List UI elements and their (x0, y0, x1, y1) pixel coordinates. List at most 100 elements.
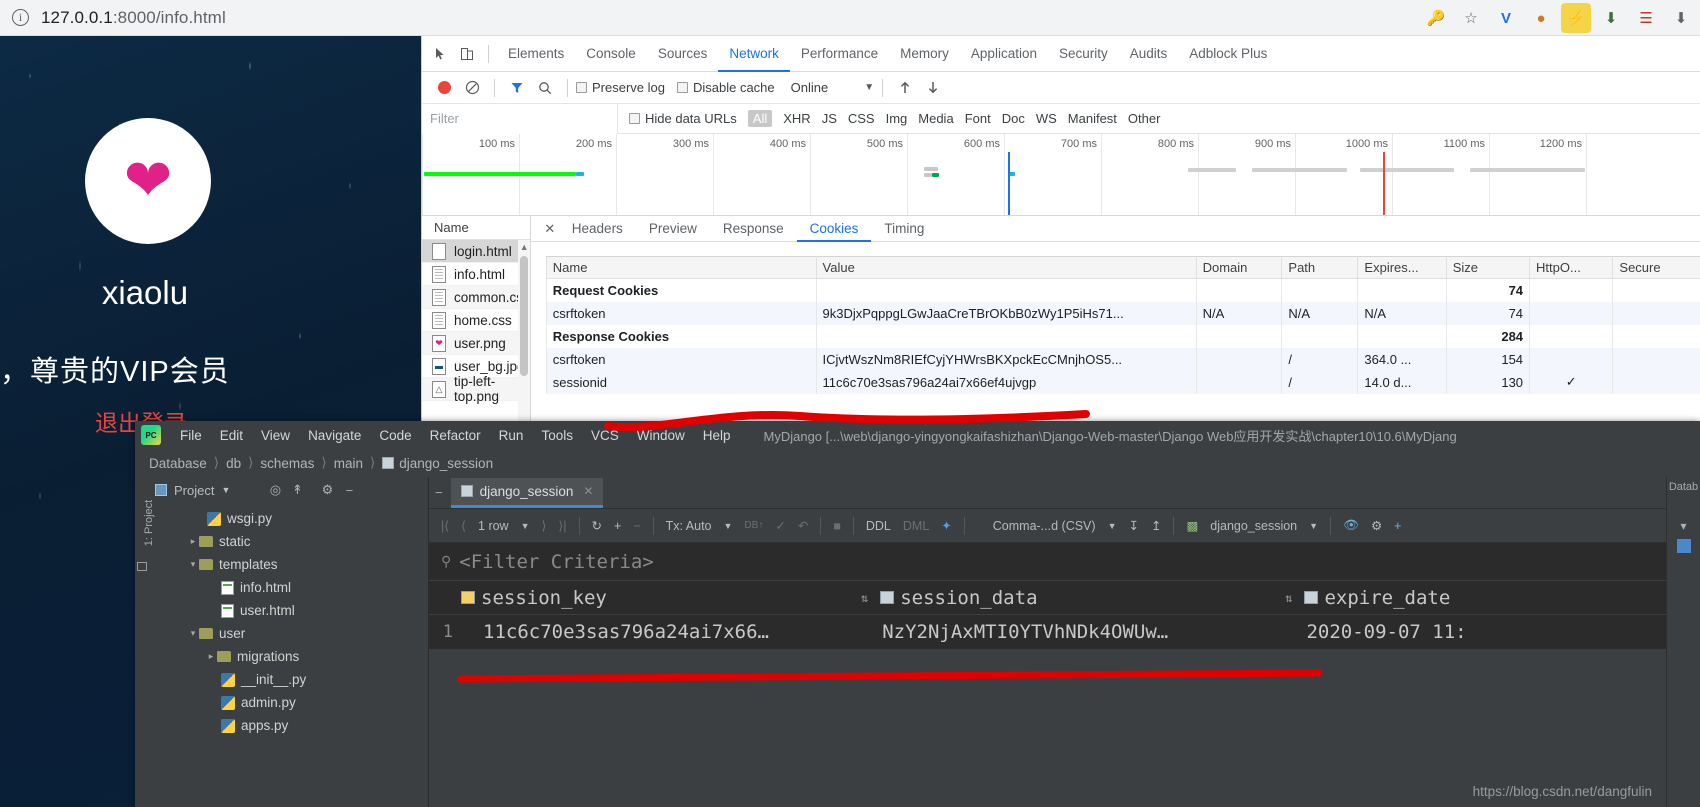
filter-input[interactable] (422, 103, 618, 134)
chevron-down-icon[interactable]: ▼ (864, 82, 874, 93)
record-button[interactable] (430, 74, 458, 102)
menu-run[interactable]: Run (490, 428, 533, 443)
tab-application[interactable]: Application (960, 36, 1048, 72)
col-size[interactable]: Size (1445, 256, 1531, 279)
table-row[interactable]: Request Cookies 74 (545, 278, 1700, 302)
chart-icon[interactable]: ☰ (1631, 3, 1661, 33)
menu-vcs[interactable]: VCS (582, 428, 628, 443)
last-page-icon[interactable]: ⟩| (552, 513, 572, 539)
add-row-icon[interactable]: + (608, 513, 627, 539)
cell-session-key[interactable]: 11c6c70e3sas796a24ai7x66… (461, 621, 861, 643)
export-format-select[interactable]: Comma-...d (CSV) (987, 513, 1102, 539)
search-button[interactable] (531, 74, 559, 102)
breadcrumb-db[interactable]: db (226, 456, 241, 471)
request-row-info-html[interactable]: info.html (422, 263, 530, 286)
tab-sources[interactable]: Sources (647, 36, 719, 72)
col-path[interactable]: Path (1281, 256, 1359, 279)
tree-item-admin-py[interactable]: admin.py (149, 691, 428, 714)
locate-icon[interactable]: ◎ (264, 479, 286, 501)
breadcrumb-schemas[interactable]: schemas (260, 456, 314, 471)
table-row[interactable]: csrftoken 9k3DjxPqppgLGwJaaCreTBrOKbB0zW… (545, 301, 1700, 325)
request-row-tip-left-top-png[interactable]: △ tip-left-top.png (422, 374, 530, 404)
menu-view[interactable]: View (252, 428, 299, 443)
menu-edit[interactable]: Edit (211, 428, 252, 443)
ddl-button[interactable]: DDL (860, 513, 897, 539)
tab-preview[interactable]: Preview (636, 216, 710, 242)
arrow-down-icon[interactable]: ⬇ (1666, 3, 1696, 33)
chevron-right-icon[interactable]: ▸ (187, 536, 199, 547)
v-icon[interactable]: V (1491, 3, 1521, 33)
menu-file[interactable]: File (171, 428, 211, 443)
filter-type-xhr[interactable]: XHR (783, 111, 810, 126)
editor-tab-django-session[interactable]: django_session ✕ (450, 477, 604, 508)
clear-button[interactable] (458, 74, 486, 102)
structure-icon[interactable] (137, 562, 147, 571)
tree-item-migrations[interactable]: ▸ migrations (149, 645, 428, 668)
row-count-select[interactable]: 1 row (472, 513, 515, 539)
gear-icon[interactable]: ⚙ (316, 479, 338, 501)
request-row-common-css[interactable]: common.css (422, 286, 530, 309)
tab-memory[interactable]: Memory (889, 36, 960, 72)
tab-performance[interactable]: Performance (790, 36, 889, 72)
col-expires[interactable]: Expires... (1357, 256, 1447, 279)
chevron-down-icon[interactable]: ▾ (1667, 519, 1700, 533)
request-row-login-html[interactable]: login.html (422, 240, 530, 263)
url-text[interactable]: 127.0.0.1:8000/info.html (41, 8, 226, 28)
filter-type-img[interactable]: Img (886, 111, 908, 126)
chevron-down-icon[interactable]: ▾ (187, 559, 199, 570)
network-timeline[interactable]: 100 ms 200 ms 300 ms 400 ms 500 ms 600 m… (422, 134, 1700, 216)
tree-item-templates[interactable]: ▾ templates (149, 553, 428, 576)
close-icon[interactable]: ✕ (541, 220, 559, 238)
export-icon[interactable]: ↧ (1122, 513, 1144, 539)
tab-adblock-plus[interactable]: Adblock Plus (1178, 36, 1278, 72)
collapse-all-icon[interactable]: ↟ (286, 479, 308, 501)
menu-navigate[interactable]: Navigate (299, 428, 370, 443)
import-har-button[interactable] (891, 74, 919, 102)
breadcrumb-main[interactable]: main (334, 456, 363, 471)
column-header-session-data[interactable]: session_data (880, 587, 1285, 609)
scroll-up-icon[interactable]: ▲ (520, 242, 529, 252)
scrollbar-thumb[interactable] (519, 256, 528, 376)
col-value[interactable]: Value (815, 256, 1197, 279)
menu-refactor[interactable]: Refactor (421, 428, 490, 443)
delete-row-icon[interactable]: − (627, 513, 646, 539)
tool-window-project-label[interactable]: 1: Project (143, 493, 155, 553)
table-row[interactable]: sessionid 11c6c70e3sas796a24ai7x66ef4ujv… (545, 370, 1700, 394)
breadcrumb-database[interactable]: Database (149, 456, 207, 471)
chevron-down-icon[interactable]: ▼ (718, 513, 739, 539)
preview-icon[interactable]: 👁 (1337, 513, 1365, 539)
tool-window-database-label[interactable]: Datab (1667, 481, 1700, 493)
table-row[interactable]: 1 11c6c70e3sas796a24ai7x66… ⇅ NzY2NjAxMT… (429, 615, 1666, 649)
filter-type-media[interactable]: Media (918, 111, 953, 126)
inspect-element-icon[interactable] (428, 41, 454, 67)
tree-item-static[interactable]: ▸ static (149, 530, 428, 553)
table-row[interactable]: Response Cookies 284 (545, 324, 1700, 348)
disable-cache-checkbox[interactable] (676, 82, 688, 93)
chevron-down-icon[interactable]: ▼ (1303, 513, 1324, 539)
tree-item-info-html[interactable]: info.html (149, 576, 428, 599)
filter-type-ws[interactable]: WS (1036, 111, 1057, 126)
filter-type-other[interactable]: Other (1128, 111, 1161, 126)
dml-button[interactable]: DML (897, 513, 935, 539)
sort-icon[interactable]: ⇅ (861, 591, 868, 605)
tab-timing[interactable]: Timing (871, 216, 937, 242)
hide-icon[interactable]: − (435, 485, 443, 500)
tab-headers[interactable]: Headers (559, 216, 636, 242)
db-submit-icon[interactable]: DB↑ (738, 513, 769, 539)
chevron-down-icon[interactable]: ▼ (515, 513, 536, 539)
cell-session-data[interactable]: NzY2NjAxMTI0YTVhNDk4OWUw… (880, 621, 1285, 643)
commit-icon[interactable]: ✓ (769, 513, 791, 539)
key-icon[interactable]: 🔑 (1421, 3, 1451, 33)
menu-code[interactable]: Code (370, 428, 420, 443)
column-header-session-key[interactable]: session_key (461, 587, 861, 609)
download-icon[interactable]: ⬇ (1596, 3, 1626, 33)
tab-elements[interactable]: Elements (497, 36, 575, 72)
col-httponly[interactable]: HttpO... (1529, 256, 1614, 279)
hide-icon[interactable]: − (338, 479, 360, 501)
lightning-icon[interactable]: ⚡ (1561, 3, 1591, 33)
tx-mode-select[interactable]: Tx: Auto (660, 513, 718, 539)
stop-icon[interactable]: ■ (827, 513, 847, 539)
first-page-icon[interactable]: |⟨ (435, 513, 455, 539)
info-circle-icon[interactable]: i (12, 9, 29, 26)
tab-response[interactable]: Response (710, 216, 797, 242)
